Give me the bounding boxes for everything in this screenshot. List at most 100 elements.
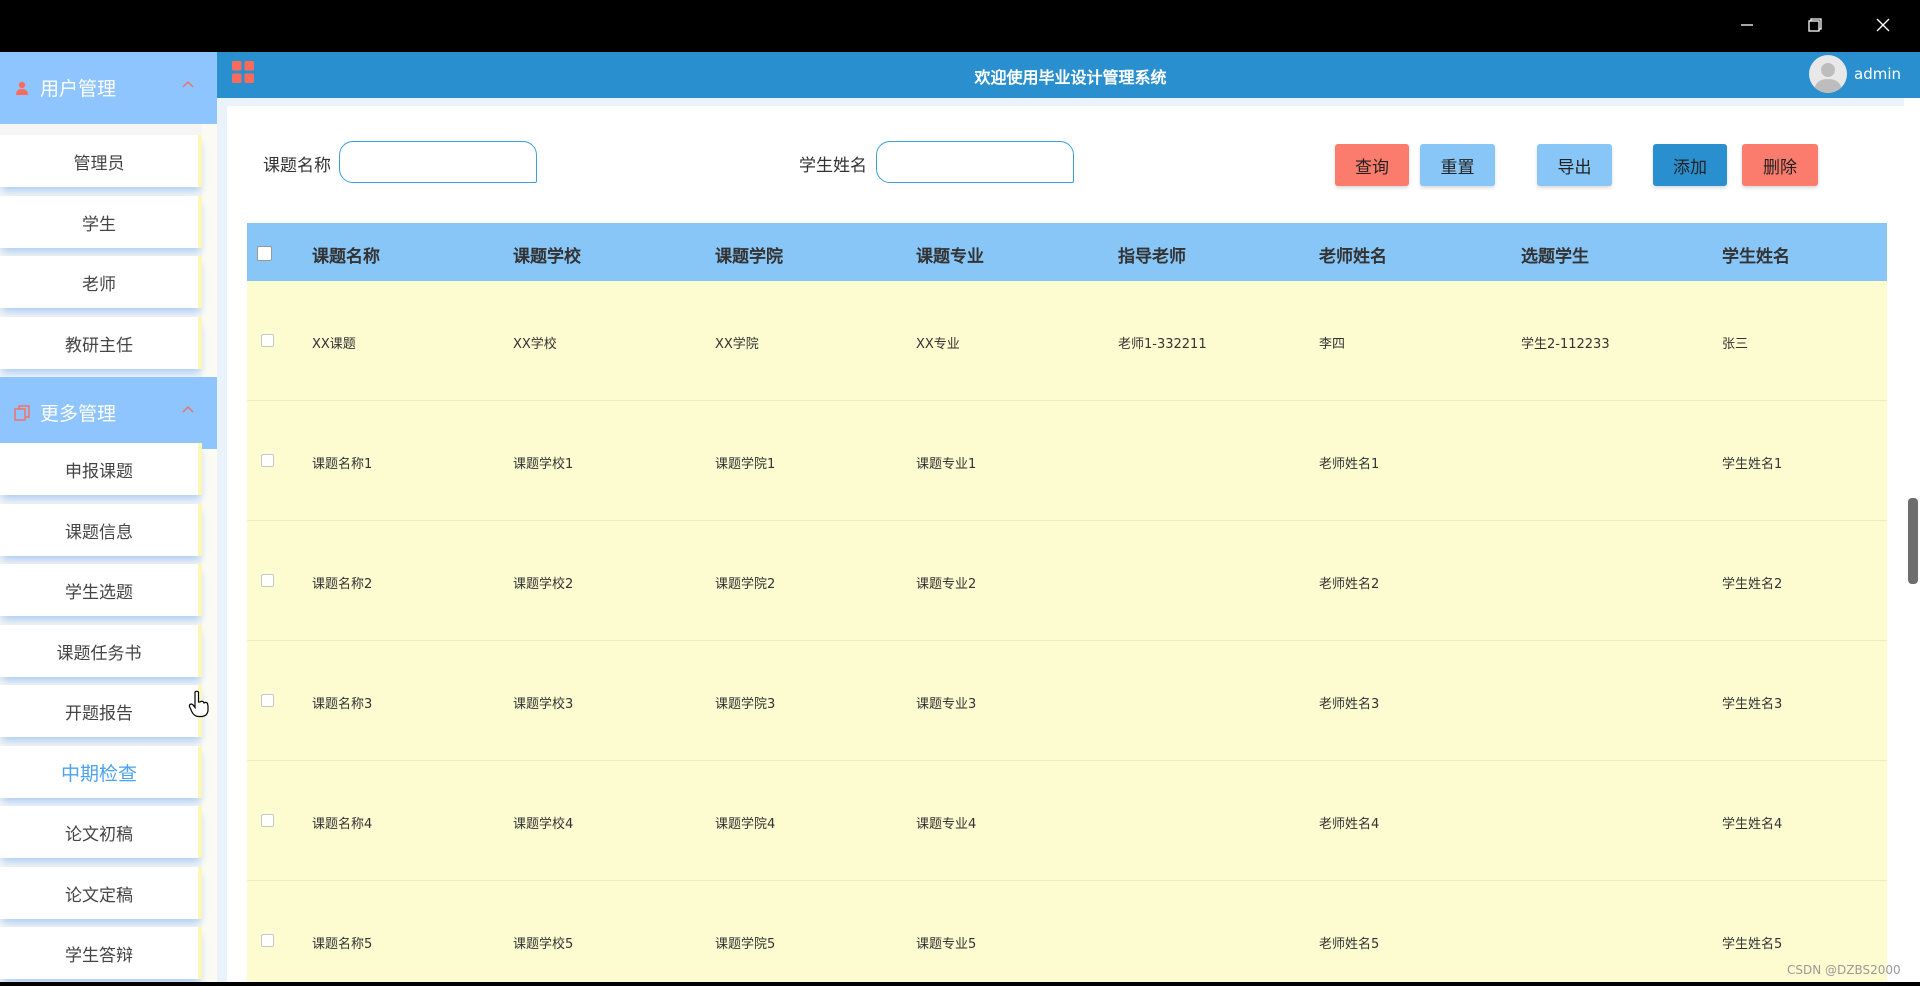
column-header[interactable]: 课题学校 — [513, 242, 581, 267]
cell-student-name: 学生姓名4 — [1722, 817, 1783, 832]
column-header[interactable]: 课题专业 — [916, 242, 984, 267]
scrollbar-thumb[interactable] — [1908, 498, 1918, 584]
cell-topic-name: 课题名称5 — [312, 937, 373, 952]
row-checkbox[interactable] — [261, 814, 274, 827]
sidebar-item-topic-info[interactable]: 课题信息 — [0, 504, 202, 556]
avatar[interactable] — [1809, 55, 1847, 93]
delete-button[interactable]: 删除 — [1742, 144, 1818, 186]
table-row[interactable]: 课题名称2 课题学校2 课题学院2 课题专业2 老师姓名2 学生姓名2 — [247, 521, 1887, 641]
cell-student-name: 张三 — [1722, 337, 1749, 352]
copy-icon — [14, 405, 30, 421]
close-icon — [1876, 18, 1890, 32]
column-header[interactable]: 课题名称 — [312, 242, 380, 267]
table-row[interactable]: 课题名称4 课题学校4 课题学院4 课题专业4 老师姓名4 学生姓名4 — [247, 761, 1887, 881]
cell-major: 课题专业2 — [916, 577, 977, 592]
topic-name-input[interactable] — [339, 141, 537, 183]
sidebar-group-user-management[interactable]: 用户管理 — [0, 52, 217, 124]
cell-teacher-name: 老师姓名5 — [1319, 937, 1380, 952]
bottom-edge — [0, 982, 1920, 986]
table-row[interactable]: 课题名称1 课题学校1 课题学院1 课题专业1 老师姓名1 学生姓名1 — [247, 401, 1887, 521]
sidebar-item-student-selection[interactable]: 学生选题 — [0, 564, 202, 616]
sidebar-item-defense[interactable]: 学生答辩 — [0, 927, 202, 979]
row-checkbox[interactable] — [261, 934, 274, 947]
cell-topic-name: 课题名称4 — [312, 817, 373, 832]
top-header: 欢迎使用毕业设计管理系统 admin — [217, 52, 1920, 98]
sidebar-item-final-draft[interactable]: 论文定稿 — [0, 867, 202, 919]
watermark: CSDN @DZBS2000 — [1787, 963, 1901, 977]
table-row[interactable]: 课题名称5 课题学校5 课题学院5 课题专业5 老师姓名5 学生姓名5 — [247, 881, 1887, 986]
select-all-checkbox[interactable] — [257, 246, 272, 261]
cell-teacher-name: 李四 — [1319, 337, 1346, 352]
table-row[interactable]: XX课题 XX学校 XX学院 XX专业 老师1-332211 李四 学生2-11… — [247, 281, 1887, 401]
cell-major: 课题专业1 — [916, 457, 977, 472]
sidebar-group-more-management[interactable]: 更多管理 — [0, 377, 217, 449]
content-panel: 课题名称 学生姓名 查询 重置 导出 添加 删除 课题名称 课题学校 课题学院 … — [227, 106, 1911, 986]
row-checkbox[interactable] — [261, 334, 274, 347]
cell-school: 课题学校1 — [513, 457, 574, 472]
table-row[interactable]: 课题名称3 课题学校3 课题学院3 课题专业3 老师姓名3 学生姓名3 — [247, 641, 1887, 761]
cell-college: 课题学院5 — [715, 937, 776, 952]
cell-student-name: 学生姓名1 — [1722, 457, 1783, 472]
user-icon — [16, 81, 28, 95]
column-header[interactable]: 选题学生 — [1521, 242, 1589, 267]
cell-teacher-name: 老师姓名4 — [1319, 817, 1380, 832]
cell-school: 课题学校3 — [513, 697, 574, 712]
username[interactable]: admin — [1854, 65, 1901, 83]
cell-topic-name: XX课题 — [312, 337, 356, 352]
sidebar-edge — [202, 52, 217, 982]
cell-topic-name: 课题名称2 — [312, 577, 373, 592]
cell-topic-name: 课题名称3 — [312, 697, 373, 712]
sidebar-item-proposal-report[interactable]: 开题报告 — [0, 685, 202, 737]
sidebar-item-first-draft[interactable]: 论文初稿 — [0, 806, 202, 858]
minimize-icon — [1741, 24, 1753, 26]
cell-college: XX学院 — [715, 337, 759, 352]
row-checkbox[interactable] — [261, 694, 274, 707]
reset-button[interactable]: 重置 — [1420, 144, 1495, 186]
row-checkbox[interactable] — [261, 574, 274, 587]
cell-school: 课题学校4 — [513, 817, 574, 832]
column-header[interactable]: 学生姓名 — [1722, 242, 1790, 267]
restore-window-button[interactable] — [1800, 12, 1830, 38]
sidebar-item-admin[interactable]: 管理员 — [0, 135, 202, 187]
avatar-user-icon — [1814, 63, 1842, 93]
vertical-scrollbar[interactable] — [1904, 98, 1920, 982]
column-header[interactable]: 课题学院 — [715, 242, 783, 267]
sidebar: 用户管理 管理员 学生 老师 教研主任 更多管理 申报课题 课题信息 学生选题 … — [0, 52, 217, 982]
restore-icon — [1808, 18, 1822, 32]
cell-student-name: 学生姓名5 — [1722, 937, 1783, 952]
sidebar-item-student[interactable]: 学生 — [0, 196, 202, 248]
sidebar-group-label: 更多管理 — [40, 403, 117, 425]
page-title: 欢迎使用毕业设计管理系统 — [974, 68, 1167, 87]
cell-teacher-name: 老师姓名2 — [1319, 577, 1380, 592]
row-checkbox[interactable] — [261, 454, 274, 467]
add-button[interactable]: 添加 — [1653, 144, 1727, 186]
column-header[interactable]: 指导老师 — [1118, 242, 1186, 267]
cell-advisor: 老师1-332211 — [1118, 337, 1207, 352]
student-name-input[interactable] — [876, 141, 1074, 183]
cell-school: XX学校 — [513, 337, 557, 352]
cell-college: 课题学院2 — [715, 577, 776, 592]
sidebar-item-midterm-check[interactable]: 中期检查 — [0, 746, 202, 798]
sidebar-group-label: 用户管理 — [40, 78, 117, 100]
cell-major: XX专业 — [916, 337, 960, 352]
sidebar-item-teacher[interactable]: 老师 — [0, 256, 202, 308]
app-window: 用户管理 管理员 学生 老师 教研主任 更多管理 申报课题 课题信息 学生选题 … — [0, 0, 1920, 986]
chevron-up-icon — [182, 80, 194, 88]
student-name-label: 学生姓名 — [799, 156, 867, 176]
main-content: 课题名称 学生姓名 查询 重置 导出 添加 删除 课题名称 课题学校 课题学院 … — [217, 98, 1920, 986]
cell-student-name: 学生姓名2 — [1722, 577, 1783, 592]
sidebar-item-director[interactable]: 教研主任 — [0, 317, 202, 369]
column-header[interactable]: 老师姓名 — [1319, 242, 1387, 267]
cell-school: 课题学校2 — [513, 577, 574, 592]
query-button[interactable]: 查询 — [1335, 144, 1409, 186]
cell-major: 课题专业5 — [916, 937, 977, 952]
cell-student-name: 学生姓名3 — [1722, 697, 1783, 712]
data-table: 课题名称 课题学校 课题学院 课题专业 指导老师 老师姓名 选题学生 学生姓名 … — [247, 223, 1887, 986]
sidebar-item-apply-topic[interactable]: 申报课题 — [0, 443, 202, 495]
close-window-button[interactable] — [1868, 12, 1898, 38]
hand-pointer-icon — [188, 690, 209, 718]
export-button[interactable]: 导出 — [1537, 144, 1612, 186]
sidebar-item-task-book[interactable]: 课题任务书 — [0, 625, 202, 677]
cell-college: 课题学院1 — [715, 457, 776, 472]
minimize-window-button[interactable] — [1732, 12, 1762, 38]
